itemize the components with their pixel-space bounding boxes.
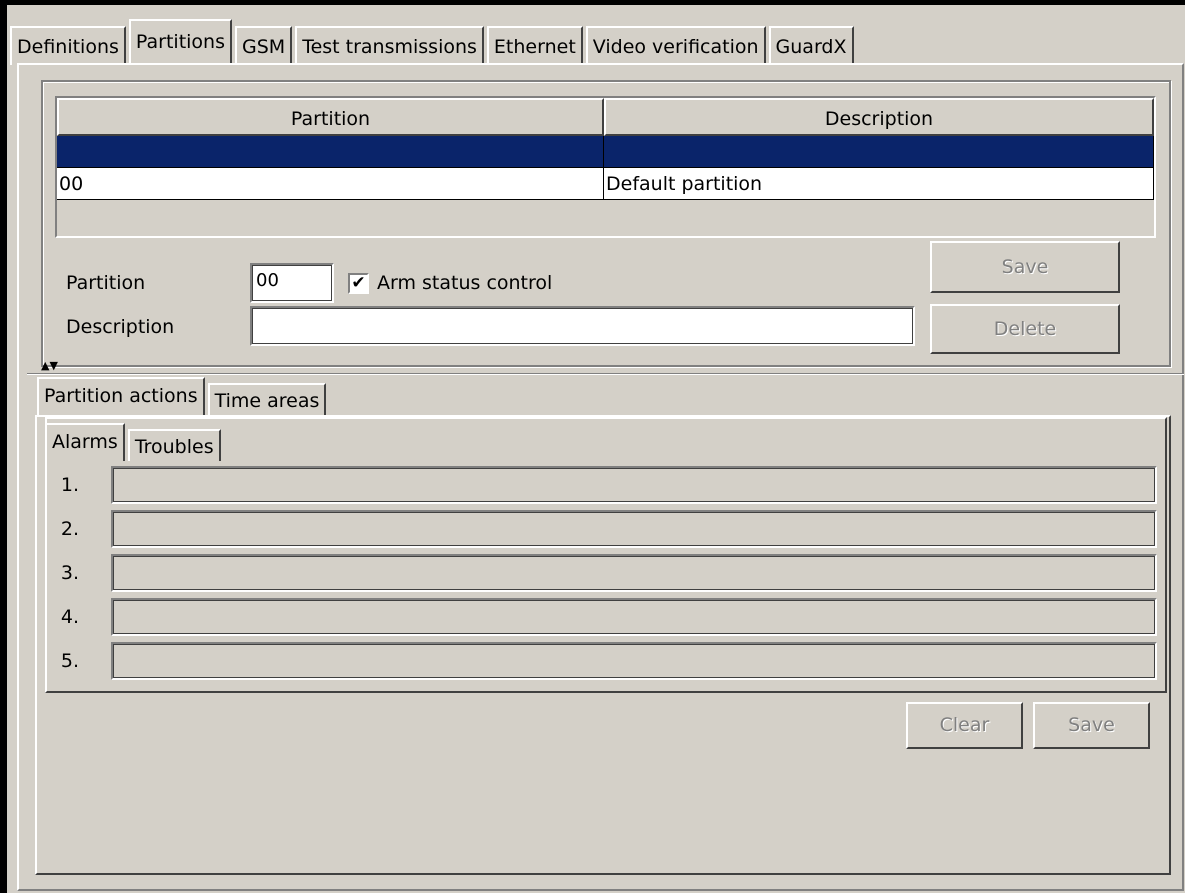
arm-status-label[interactable]: Arm status control (377, 272, 552, 294)
window-frame: Definitions Partitions GSM Test transmis… (0, 0, 1185, 893)
save-partition-button[interactable]: Save (930, 241, 1120, 293)
alarm-action-field[interactable] (111, 642, 1157, 680)
grid-row[interactable]: 00 Default partition (57, 168, 1154, 200)
alarm-action-field[interactable] (111, 510, 1157, 548)
tab-ethernet[interactable]: Ethernet (486, 26, 583, 65)
alarm-number: 5. (60, 650, 79, 672)
alarm-number: 1. (60, 474, 79, 496)
sub-tab-strip: Partition actions Time areas (37, 377, 329, 415)
tab-video-verification[interactable]: Video verification (585, 26, 766, 65)
alarm-action-field[interactable] (111, 554, 1157, 592)
description-input[interactable] (250, 306, 915, 346)
grid-header: Partition Description (57, 98, 1154, 136)
splitter-line (27, 373, 1184, 375)
clear-button[interactable]: Clear (906, 702, 1023, 749)
partition-input[interactable]: 00 (250, 263, 334, 303)
cell-description: Default partition (604, 168, 1154, 200)
arm-status-checkbox[interactable]: ✔ (348, 273, 369, 294)
description-label: Description (66, 316, 175, 338)
column-header-partition[interactable]: Partition (57, 98, 604, 136)
tab-definitions[interactable]: Definitions (10, 26, 126, 65)
partition-label: Partition (66, 272, 146, 294)
tab-partitions[interactable]: Partitions (128, 19, 232, 65)
cell-description (604, 136, 1154, 168)
column-header-description[interactable]: Description (604, 98, 1154, 136)
partitions-grid[interactable]: Partition Description 00 Default partiti… (55, 96, 1156, 238)
alarm-number: 3. (60, 562, 79, 584)
alarm-number: 4. (60, 606, 79, 628)
alarm-action-field[interactable] (111, 598, 1157, 636)
tab-guardx[interactable]: GuardX (768, 26, 854, 65)
delete-partition-button[interactable]: Delete (930, 304, 1120, 354)
cell-partition: 00 (57, 168, 604, 200)
cell-partition (57, 136, 604, 168)
alarm-number: 2. (60, 518, 79, 540)
main-tab-strip: Definitions Partitions GSM Test transmis… (10, 19, 857, 65)
tab-time-areas[interactable]: Time areas (207, 383, 327, 415)
alarm-action-field[interactable] (111, 466, 1157, 504)
tab-partition-actions[interactable]: Partition actions (37, 377, 205, 415)
tab-test-transmissions[interactable]: Test transmissions (295, 26, 484, 65)
splitter-arrows-icon[interactable]: ▲▼ (41, 360, 71, 372)
tab-gsm[interactable]: GSM (235, 26, 293, 65)
grid-row-selected[interactable] (57, 136, 1154, 168)
save-actions-button[interactable]: Save (1033, 702, 1150, 749)
